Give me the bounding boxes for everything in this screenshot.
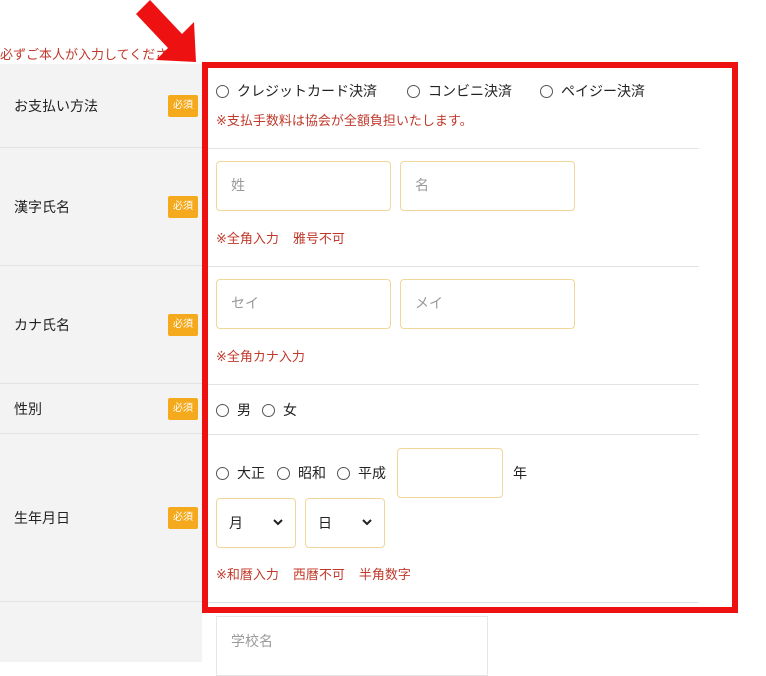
last-name-kana-input[interactable] xyxy=(216,279,391,329)
row-label-kanji-name: 漢字氏名 必須 xyxy=(0,148,202,266)
radio-payeasy[interactable]: ペイジー決済 xyxy=(540,81,645,101)
note-item: ※和暦入力 xyxy=(216,568,279,583)
select-value: 月 xyxy=(229,516,243,532)
row-divider xyxy=(202,384,699,385)
kana-name-note: ※全角カナ入力 xyxy=(216,350,305,365)
last-name-kanji-input[interactable] xyxy=(216,161,391,211)
required-badge: 必須 xyxy=(168,313,198,336)
birth-day-select[interactable]: 日 xyxy=(305,498,385,548)
birthdate-label: 生年月日 xyxy=(14,510,70,527)
row-divider xyxy=(202,266,699,267)
kana-name-label: カナ氏名 xyxy=(14,317,70,334)
radio-circle[interactable] xyxy=(407,84,420,98)
row-divider xyxy=(202,602,699,603)
radio-circle[interactable] xyxy=(337,466,350,480)
radio-era-showa[interactable]: 昭和 xyxy=(277,463,326,483)
first-name-kanji-input[interactable] xyxy=(400,161,575,211)
row-divider xyxy=(202,148,699,149)
payment-note: ※支払手数料は協会が全額負担いたします。 xyxy=(216,114,473,129)
radio-era-heisei[interactable]: 平成 xyxy=(337,463,386,483)
radio-era-taisho[interactable]: 大正 xyxy=(216,463,265,483)
note-item: 雅号不可 xyxy=(292,232,345,247)
radio-circle[interactable] xyxy=(216,403,229,417)
row-label-payment: お支払い方法 必須 xyxy=(0,64,202,148)
birth-year-input[interactable] xyxy=(397,448,503,498)
radio-label: 昭和 xyxy=(298,466,326,482)
note-item: 半角数字 xyxy=(358,568,411,583)
label-column: お支払い方法 必須 漢字氏名 必須 カナ氏名 必須 性別 必須 生年月日 必須 xyxy=(0,64,202,662)
radio-circle[interactable] xyxy=(216,466,229,480)
required-badge: 必須 xyxy=(168,195,198,218)
birthdate-note: ※和暦入力 西暦不可 半角数字 xyxy=(216,564,425,583)
school-name-input[interactable]: 学校名 xyxy=(216,616,488,676)
first-name-kana-input[interactable] xyxy=(400,279,575,329)
chevron-down-icon xyxy=(362,518,372,529)
row-label-birthdate: 生年月日 必須 xyxy=(0,434,202,602)
radio-label: 女 xyxy=(283,403,297,419)
radio-label: ペイジー決済 xyxy=(561,84,645,100)
note-item: 西暦不可 xyxy=(292,568,345,583)
kanji-name-note: ※全角入力 雅号不可 xyxy=(216,228,359,247)
radio-label: 大正 xyxy=(237,466,265,482)
radio-circle[interactable] xyxy=(277,466,290,480)
note-item: ※全角入力 xyxy=(216,232,279,247)
radio-circle[interactable] xyxy=(540,84,553,98)
radio-convenience-store[interactable]: コンビニ決済 xyxy=(407,81,512,101)
row-divider xyxy=(202,434,699,435)
select-value: 日 xyxy=(318,516,332,532)
gender-label: 性別 xyxy=(14,401,42,418)
radio-female[interactable]: 女 xyxy=(262,400,297,420)
row-label-kana-name: カナ氏名 必須 xyxy=(0,266,202,384)
required-badge: 必須 xyxy=(168,94,198,117)
chevron-down-icon xyxy=(273,518,283,529)
radio-circle[interactable] xyxy=(216,84,229,98)
radio-male[interactable]: 男 xyxy=(216,400,251,420)
birth-month-select[interactable]: 月 xyxy=(216,498,296,548)
radio-label: 平成 xyxy=(358,466,386,482)
radio-circle[interactable] xyxy=(262,403,275,417)
radio-label: 男 xyxy=(237,403,251,419)
radio-credit-card[interactable]: クレジットカード決済 xyxy=(216,81,377,101)
row-label-gender: 性別 必須 xyxy=(0,384,202,434)
radio-label: コンビニ決済 xyxy=(428,84,512,100)
arrow-annotation-icon xyxy=(136,0,196,62)
radio-label: クレジットカード決済 xyxy=(237,84,377,100)
required-badge: 必須 xyxy=(168,506,198,529)
payment-label: お支払い方法 xyxy=(14,98,98,115)
required-badge: 必須 xyxy=(168,397,198,420)
kanji-name-label: 漢字氏名 xyxy=(14,199,70,216)
year-unit-label: 年 xyxy=(513,466,527,482)
